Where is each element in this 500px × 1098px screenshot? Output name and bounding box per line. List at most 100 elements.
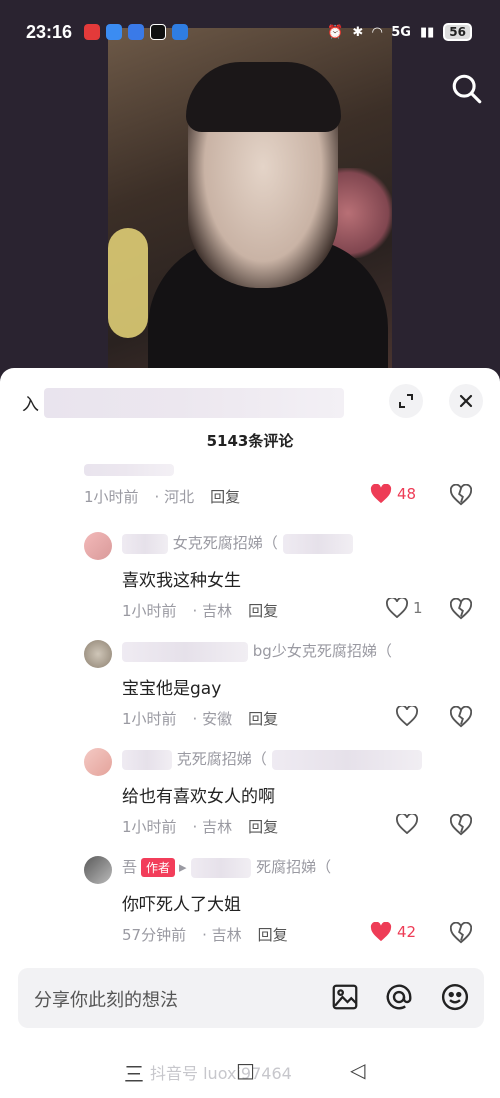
comment-location: · 吉林 <box>202 926 242 944</box>
watermark: 抖音号 luoxi97464 <box>150 1064 292 1083</box>
dislike-icon[interactable] <box>450 598 472 620</box>
status-indicators: ⏰ ✱ ◠ 5G ▮▮ 56 <box>327 23 472 41</box>
heart-outline-icon <box>396 814 418 834</box>
avatar[interactable] <box>84 748 112 776</box>
comment-time: 1小时前 <box>122 818 177 836</box>
video-thumbnail[interactable] <box>108 28 392 378</box>
comment-item[interactable]: 女克死腐招娣（ 喜欢我这种女生 1小时前 · 吉林 回复 1 <box>0 528 500 628</box>
mosaic-blur <box>122 533 168 554</box>
heart-outline-icon <box>386 598 408 618</box>
mosaic-blur <box>282 533 353 554</box>
bluetooth-icon: ✱ <box>352 24 364 40</box>
heart-filled-icon <box>370 922 392 942</box>
dislike-icon[interactable] <box>450 922 472 944</box>
like-count: 1 <box>413 599 423 617</box>
like-button[interactable]: 1 <box>386 598 423 618</box>
sheet-header-obscured: 入 <box>22 388 352 418</box>
status-app-icons <box>84 24 188 40</box>
reply-button[interactable]: 回复 <box>248 600 278 621</box>
back-button[interactable]: ◁ <box>350 1058 365 1082</box>
reply-button[interactable]: 回复 <box>258 924 288 945</box>
like-count: 42 <box>397 923 417 941</box>
comment-text: 喜欢我这种女生 <box>122 571 241 591</box>
heart-filled-icon <box>370 484 392 504</box>
avatar[interactable] <box>84 856 112 884</box>
comment-item[interactable]: 1小时前 · 河北 回复 48 <box>0 464 500 514</box>
mosaic-blur <box>122 641 248 662</box>
tiktok-icon <box>150 24 166 40</box>
menu-button[interactable]: 三 <box>124 1058 144 1087</box>
author-badge: 作者 <box>141 858 176 877</box>
background-object <box>108 228 148 338</box>
app-notification-icon <box>172 24 188 40</box>
search-icon[interactable] <box>450 72 488 110</box>
like-button[interactable] <box>396 706 418 726</box>
system-navbar: 三 抖音号 luoxi97464 □ ◁ <box>0 1048 500 1098</box>
comment-text: 给也有喜欢女人的啊 <box>122 787 275 807</box>
comment-meta: 1小时前 · 河北 回复 <box>84 486 240 507</box>
mosaic-blur <box>84 464 174 476</box>
comment-location: · 河北 <box>154 488 195 506</box>
app-notification-icon <box>106 24 122 40</box>
comment-username[interactable]: 女克死腐招娣（ <box>122 532 353 554</box>
mosaic-blur <box>122 749 172 770</box>
at-icon[interactable] <box>384 982 414 1012</box>
comment-meta: 1小时前 · 吉林 回复 <box>122 600 278 621</box>
comment-location: · 安徽 <box>192 710 233 728</box>
comment-meta: 57分钟前 · 吉林 回复 <box>122 924 288 945</box>
comment-item[interactable]: bg少女克死腐招娣（ 宝宝他是gay 1小时前 · 安徽 回复 <box>0 636 500 736</box>
comment-time: 1小时前 <box>84 488 139 506</box>
reply-button[interactable]: 回复 <box>210 486 240 507</box>
emoji-icon[interactable] <box>440 982 470 1012</box>
network-label: 5G <box>391 24 411 40</box>
comment-time: 1小时前 <box>122 602 177 620</box>
comment-location: · 吉林 <box>192 602 233 620</box>
comment-meta: 1小时前 · 安徽 回复 <box>122 708 278 729</box>
signal-icon: ▮▮ <box>419 24 435 40</box>
comment-location: · 吉林 <box>192 818 233 836</box>
header-partial-text: 入 <box>22 395 39 415</box>
like-button[interactable]: 48 <box>370 484 416 504</box>
mosaic-blur <box>271 749 422 770</box>
dislike-icon[interactable] <box>450 814 472 836</box>
mosaic-blur <box>191 857 252 878</box>
mosaic-blur <box>44 388 344 418</box>
battery-indicator: 56 <box>443 23 472 41</box>
comment-text: 宝宝他是gay <box>122 679 222 699</box>
comment-username[interactable]: bg少女克死腐招娣（ <box>122 640 392 662</box>
expand-icon[interactable] <box>389 384 423 418</box>
comment-username[interactable]: 克死腐招娣（ <box>122 748 422 770</box>
comment-input-placeholder: 分享你此刻的想法 <box>34 990 178 1011</box>
avatar[interactable] <box>84 640 112 668</box>
dislike-icon[interactable] <box>450 484 472 506</box>
status-time: 23:16 <box>26 22 73 42</box>
heart-outline-icon <box>396 706 418 726</box>
alarm-icon: ⏰ <box>327 24 344 40</box>
comment-input[interactable]: 分享你此刻的想法 <box>18 968 484 1028</box>
reply-arrow-icon: ▸ <box>179 858 187 876</box>
person-hair <box>186 62 341 132</box>
comment-count: 5143条评论 <box>206 432 294 450</box>
comment-meta: 1小时前 · 吉林 回复 <box>122 816 278 837</box>
video-area[interactable]: 23:16 ⏰ ✱ ◠ 5G ▮▮ 56 <box>0 0 500 390</box>
app-notification-icon <box>128 24 144 40</box>
comment-username[interactable]: 吾作者 ▸ 死腐招娣（ <box>122 856 331 878</box>
like-button[interactable]: 42 <box>370 922 416 942</box>
comment-text: 你吓死人了大姐 <box>122 895 241 915</box>
like-count: 48 <box>397 485 417 503</box>
dislike-icon[interactable] <box>450 706 472 728</box>
comment-time: 57分钟前 <box>122 926 187 944</box>
avatar[interactable] <box>84 532 112 560</box>
close-icon[interactable] <box>449 384 483 418</box>
status-bar: 23:16 ⏰ ✱ ◠ 5G ▮▮ 56 <box>0 16 500 50</box>
reply-button[interactable]: 回复 <box>248 816 278 837</box>
wifi-icon: ◠ <box>372 24 383 40</box>
image-icon[interactable] <box>330 982 360 1012</box>
home-button[interactable]: □ <box>236 1058 255 1082</box>
like-button[interactable] <box>396 814 418 834</box>
comment-item[interactable]: 吾作者 ▸ 死腐招娣（ 你吓死人了大姐 57分钟前 · 吉林 回复 42 <box>0 852 500 952</box>
comment-time: 1小时前 <box>122 710 177 728</box>
app-notification-icon <box>84 24 100 40</box>
reply-button[interactable]: 回复 <box>248 708 278 729</box>
comment-item[interactable]: 克死腐招娣（ 给也有喜欢女人的啊 1小时前 · 吉林 回复 <box>0 744 500 844</box>
